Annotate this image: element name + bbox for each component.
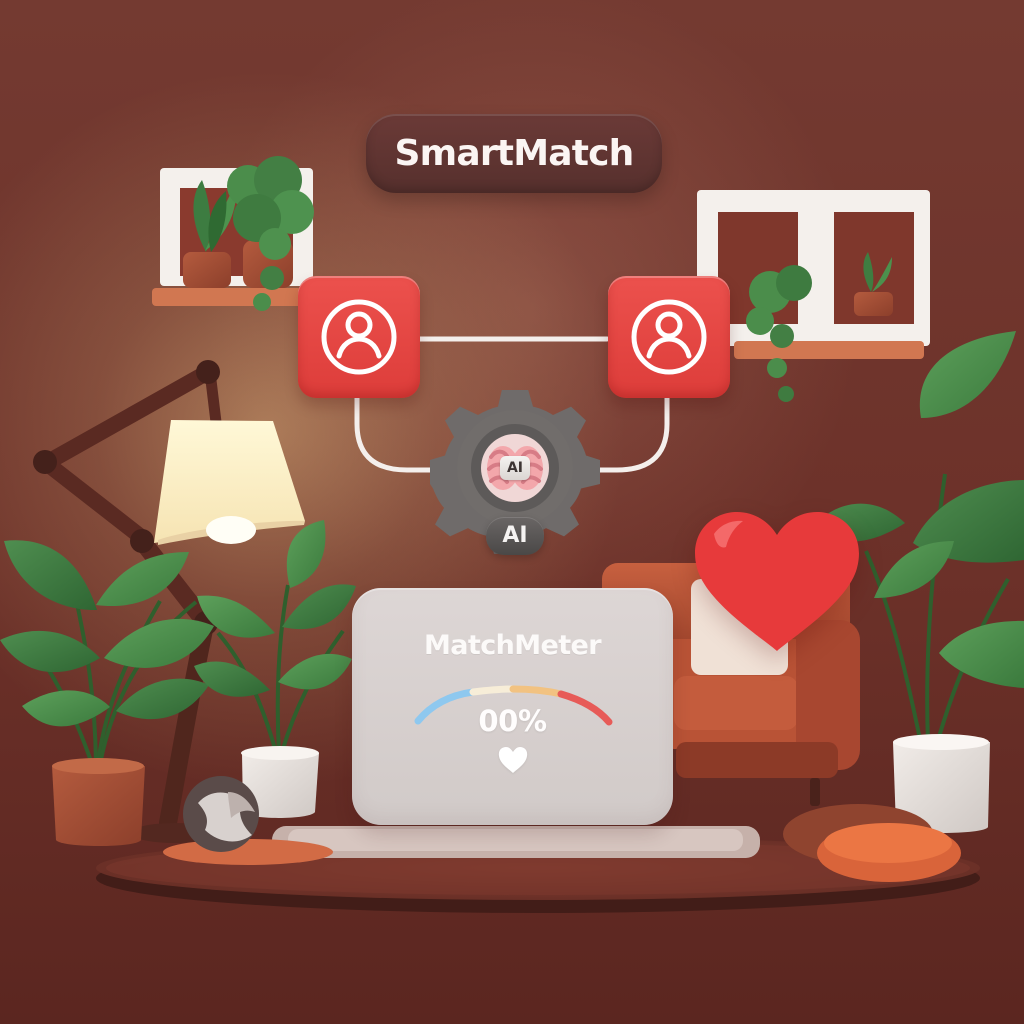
user-icon: [321, 299, 397, 375]
ai-badge: AI: [486, 517, 544, 555]
center-left-plant: [194, 520, 356, 818]
user-icon: [631, 299, 707, 375]
app-title-pill: SmartMatch: [366, 114, 662, 193]
scene: SmartMatch AI AI MatchMeter 00%: [0, 0, 1024, 1024]
left-wall-shelf: [152, 156, 314, 311]
heart-icon: [498, 747, 528, 773]
meter-title: MatchMeter: [424, 630, 602, 661]
brain-ai-label: AI: [500, 456, 530, 480]
gauge-segment-3: [509, 685, 565, 698]
user-profile-right[interactable]: [608, 276, 730, 398]
gauge-segment-2: [469, 685, 517, 696]
match-percentage: 00%: [478, 704, 547, 738]
heart-icon: [695, 512, 859, 651]
user-profile-left[interactable]: [298, 276, 420, 398]
right-wall-shelf: [697, 190, 930, 402]
match-meter-card: MatchMeter 00%: [352, 588, 673, 825]
